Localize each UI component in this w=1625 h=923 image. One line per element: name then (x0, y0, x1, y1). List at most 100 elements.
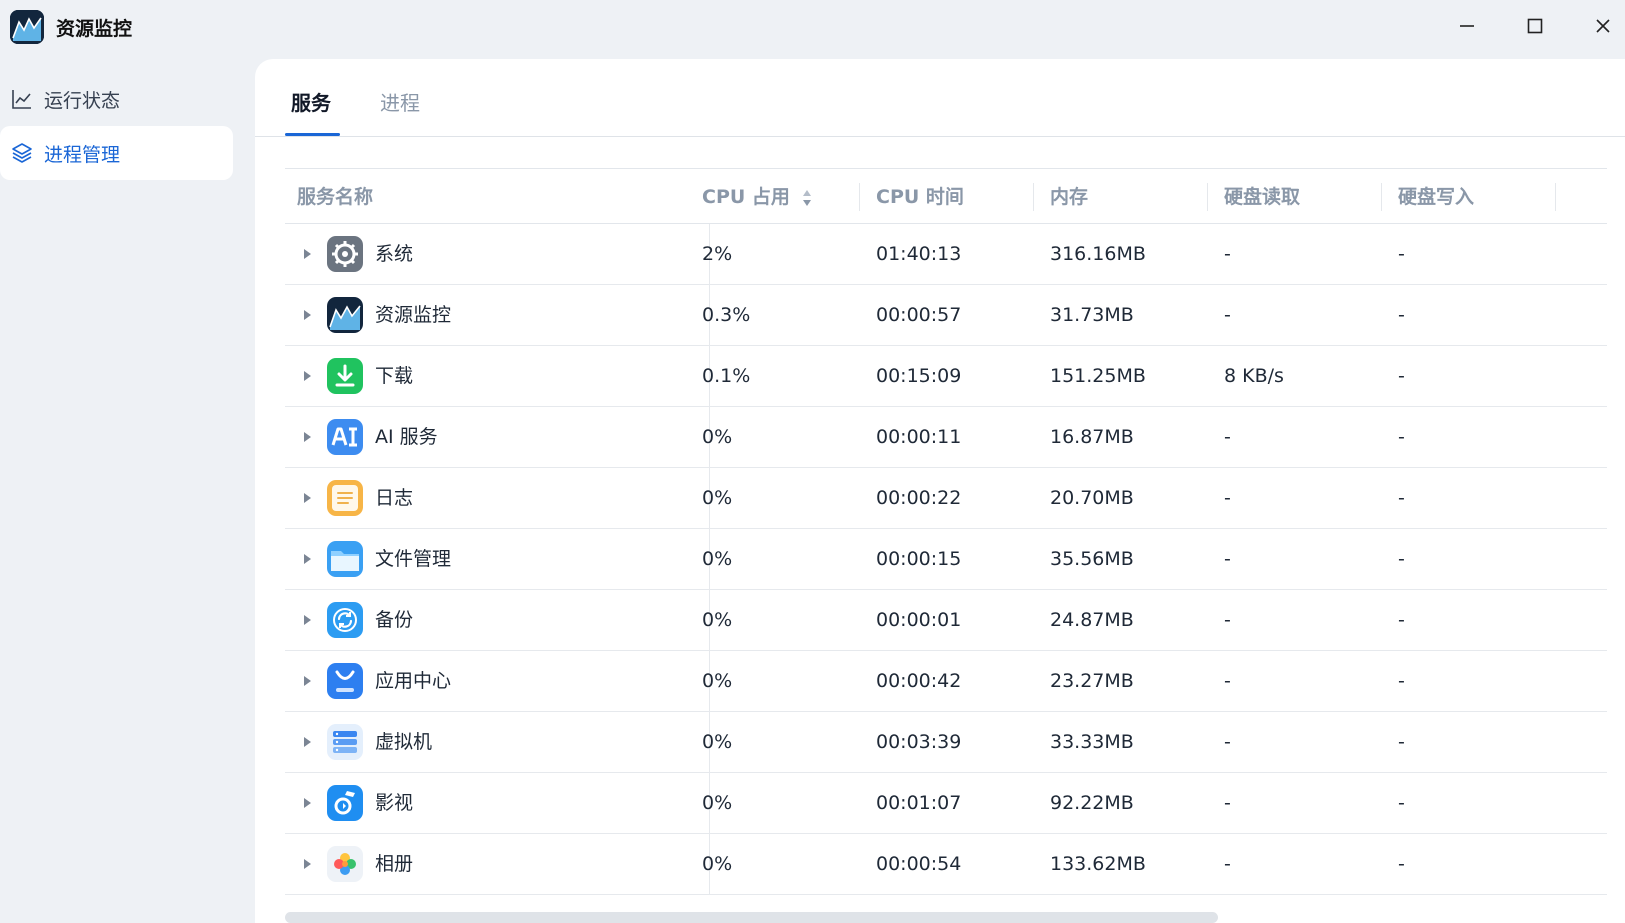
maximize-button[interactable] (1515, 8, 1555, 44)
cpu-usage-cell: 0% (702, 792, 733, 814)
cpu-time-cell: 00:00:57 (876, 304, 962, 326)
expand-arrow-icon[interactable] (301, 796, 313, 810)
column-header-memory[interactable]: 内存 (1038, 169, 1212, 225)
disk-read-cell: - (1224, 304, 1231, 326)
cpu-usage-cell: 0% (702, 670, 733, 692)
disk-read-cell: - (1224, 548, 1231, 570)
service-name: 下载 (375, 365, 414, 387)
expand-arrow-icon[interactable] (301, 857, 313, 871)
disk-read-cell: - (1224, 853, 1231, 875)
column-header-cpu-time[interactable]: CPU 时间 (864, 169, 1038, 225)
log-icon (327, 480, 363, 516)
table-row[interactable]: 文件管理 0% 00:00:15 35.56MB - - (285, 529, 1607, 590)
column-header-name[interactable]: 服务名称 (285, 169, 709, 225)
service-name: 影视 (375, 792, 414, 814)
cpu-usage-cell: 0% (702, 548, 733, 570)
expand-arrow-icon[interactable] (301, 430, 313, 444)
app-title: 资源监控 (56, 18, 133, 40)
expand-arrow-icon[interactable] (301, 369, 313, 383)
service-name: 资源监控 (375, 304, 452, 326)
virtual-machine-icon (327, 724, 363, 760)
sidebar-item-label: 进程管理 (44, 143, 121, 166)
table-row[interactable]: 影视 0% 00:01:07 92.22MB - - (285, 773, 1607, 834)
cpu-time-cell: 00:00:15 (876, 548, 962, 570)
tab-processes[interactable]: 进程 (380, 87, 420, 116)
line-chart-icon (12, 90, 31, 109)
download-icon (327, 358, 363, 394)
memory-cell: 151.25MB (1050, 365, 1146, 387)
disk-read-cell: - (1224, 792, 1231, 814)
table-row[interactable]: 备份 0% 00:00:01 24.87MB - - (285, 590, 1607, 651)
cpu-time-cell: 00:00:01 (876, 609, 962, 631)
disk-write-cell: - (1398, 365, 1405, 387)
table-row[interactable]: 资源监控 0.3% 00:00:57 31.73MB - - (285, 285, 1607, 346)
memory-cell: 35.56MB (1050, 548, 1134, 570)
cpu-usage-cell: 0% (702, 426, 733, 448)
cpu-usage-cell: 0% (702, 609, 733, 631)
memory-cell: 20.70MB (1050, 487, 1134, 509)
disk-write-cell: - (1398, 243, 1405, 265)
expand-arrow-icon[interactable] (301, 735, 313, 749)
expand-arrow-icon[interactable] (301, 552, 313, 566)
cpu-time-cell: 00:15:09 (876, 365, 962, 387)
system-gear-icon (327, 236, 363, 272)
expand-arrow-icon[interactable] (301, 308, 313, 322)
sidebar-item-status[interactable]: 运行状态 (0, 72, 233, 126)
main-panel: 服务 进程 服务名称 CPU 占用 CPU 时间 内存 硬盘读取 硬盘写入 系统… (255, 59, 1625, 923)
table-row[interactable]: 相册 0% 00:00:54 133.62MB - - (285, 834, 1607, 895)
cpu-time-cell: 00:01:07 (876, 792, 962, 814)
disk-write-cell: - (1398, 670, 1405, 692)
video-icon (327, 785, 363, 821)
disk-write-cell: - (1398, 426, 1405, 448)
disk-read-cell: - (1224, 731, 1231, 753)
cpu-time-cell: 00:00:54 (876, 853, 962, 875)
scrollbar-thumb[interactable] (285, 912, 1218, 923)
disk-read-cell: - (1224, 243, 1231, 265)
disk-write-cell: - (1398, 792, 1405, 814)
service-name: AI 服务 (375, 426, 438, 448)
table-row[interactable]: AI 服务 0% 00:00:11 16.87MB - - (285, 407, 1607, 468)
sort-icon (802, 189, 811, 206)
disk-read-cell: 8 KB/s (1224, 365, 1284, 387)
cpu-usage-cell: 0.3% (702, 304, 751, 326)
column-header-cpu-usage[interactable]: CPU 占用 (690, 169, 868, 225)
disk-read-cell: - (1224, 670, 1231, 692)
close-button[interactable] (1583, 8, 1623, 44)
cpu-time-cell: 01:40:13 (876, 243, 962, 265)
title-bar: 资源监控 (0, 0, 1625, 56)
tab-services[interactable]: 服务 (291, 87, 331, 116)
service-name: 文件管理 (375, 548, 452, 570)
disk-write-cell: - (1398, 853, 1405, 875)
expand-arrow-icon[interactable] (301, 247, 313, 261)
memory-cell: 24.87MB (1050, 609, 1134, 631)
table-row[interactable]: 应用中心 0% 00:00:42 23.27MB - - (285, 651, 1607, 712)
column-header-disk-read[interactable]: 硬盘读取 (1212, 169, 1386, 225)
column-separator (1555, 183, 1556, 211)
table-row[interactable]: 日志 0% 00:00:22 20.70MB - - (285, 468, 1607, 529)
cpu-usage-cell: 0% (702, 731, 733, 753)
cpu-time-cell: 00:00:22 (876, 487, 962, 509)
minimize-button[interactable] (1447, 8, 1487, 44)
sidebar-item-process-management[interactable]: 进程管理 (0, 126, 233, 180)
table-body: 系统 2% 01:40:13 316.16MB - - 资源监控 0.3% 00:00:57 31… (285, 224, 1607, 895)
expand-arrow-icon[interactable] (301, 613, 313, 627)
table-row[interactable]: 下载 0.1% 00:15:09 151.25MB 8 KB/s - (285, 346, 1607, 407)
disk-write-cell: - (1398, 487, 1405, 509)
active-tab-indicator (285, 133, 340, 136)
close-icon (1596, 19, 1610, 33)
memory-cell: 33.33MB (1050, 731, 1134, 753)
expand-arrow-icon[interactable] (301, 674, 313, 688)
horizontal-scrollbar[interactable] (285, 912, 1607, 923)
column-header-disk-write[interactable]: 硬盘写入 (1386, 169, 1560, 225)
table-row[interactable]: 虚拟机 0% 00:03:39 33.33MB - - (285, 712, 1607, 773)
service-name: 日志 (375, 487, 414, 509)
cpu-usage-cell: 2% (702, 243, 733, 265)
cpu-usage-cell: 0.1% (702, 365, 751, 387)
memory-cell: 133.62MB (1050, 853, 1146, 875)
expand-arrow-icon[interactable] (301, 491, 313, 505)
cpu-usage-cell: 0% (702, 853, 733, 875)
table-row[interactable]: 系统 2% 01:40:13 316.16MB - - (285, 224, 1607, 285)
cpu-time-cell: 00:00:42 (876, 670, 962, 692)
column-separator (1207, 183, 1208, 211)
cpu-time-cell: 00:00:11 (876, 426, 962, 448)
